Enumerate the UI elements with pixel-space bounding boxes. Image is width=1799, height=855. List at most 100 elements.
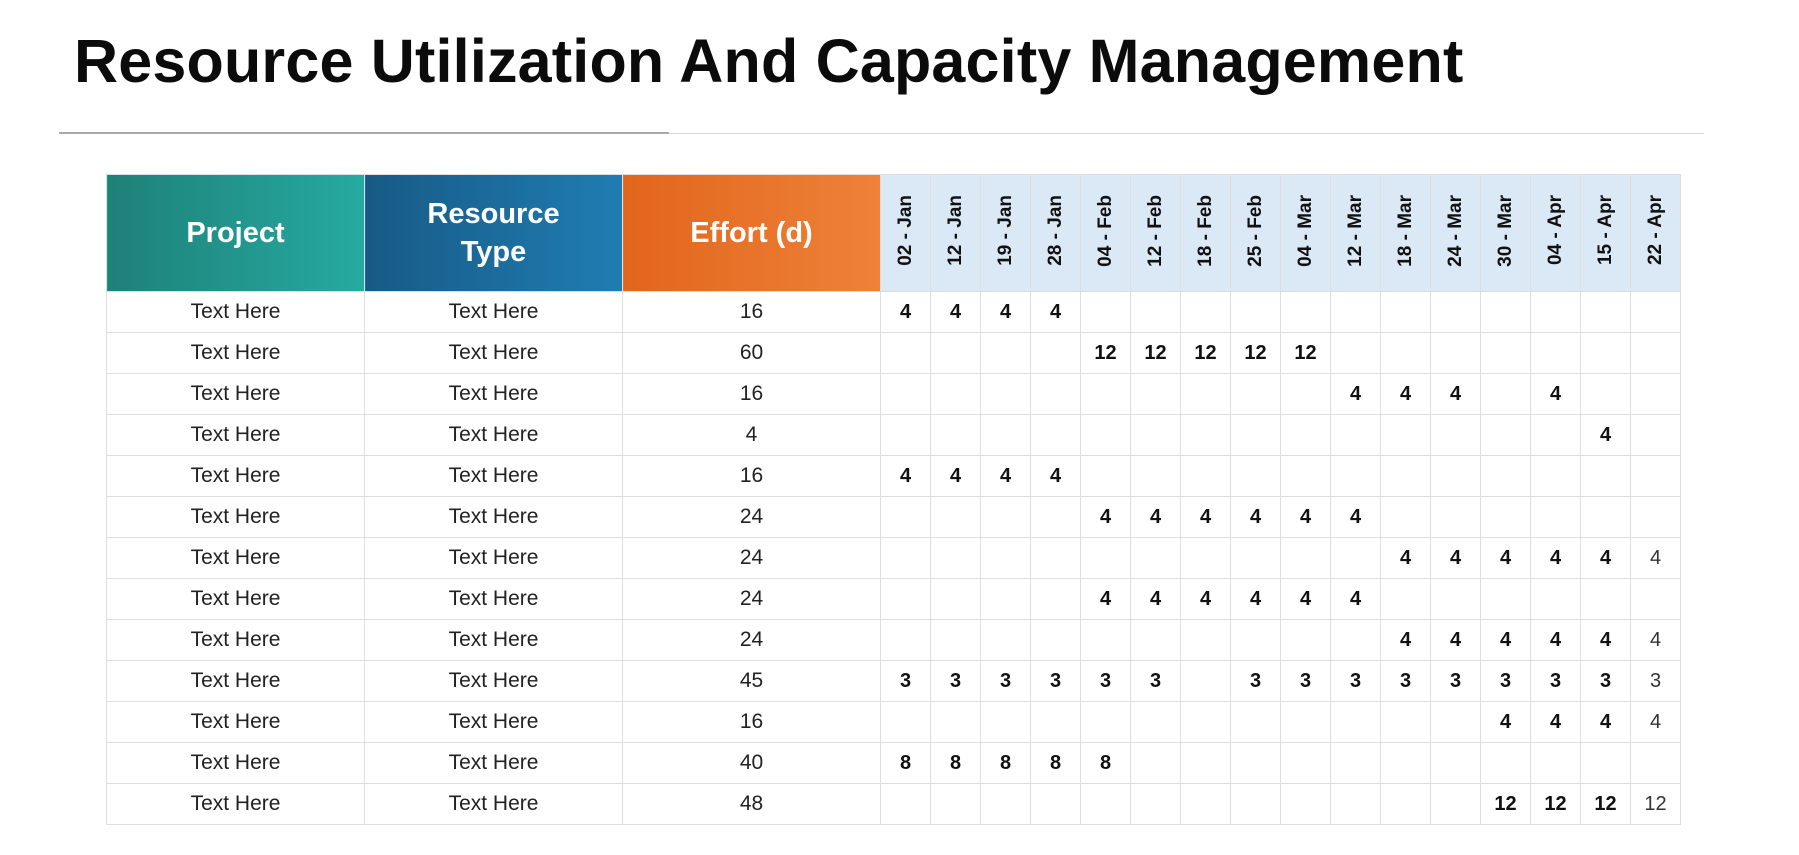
cell-allocation: [1080, 783, 1131, 825]
cell-allocation: 8: [1030, 742, 1081, 784]
table-row: Text Here Text Here 4 4: [106, 414, 1681, 456]
cell-allocation: [1480, 373, 1531, 415]
cell-allocation: [1130, 414, 1181, 456]
table-row: Text Here Text Here 45 3 3 3 3 3 3 3 3 3 3 3 3 3 3 3: [106, 660, 1681, 702]
header-date-label: 24 - Mar: [1444, 194, 1466, 267]
cell-allocation: [980, 332, 1031, 374]
cell-allocation: [980, 578, 1031, 620]
table-row: Text Here Text Here 24 4 4 4 4 4 4: [106, 619, 1681, 661]
header-date-label: 12 - Jan: [944, 195, 966, 266]
cell-allocation: 4: [1580, 414, 1631, 456]
cell-allocation: [1380, 578, 1431, 620]
cell-project: Text Here: [106, 496, 365, 538]
cell-allocation: [1630, 496, 1681, 538]
cell-allocation: [1330, 414, 1381, 456]
cell-allocation: [1030, 537, 1081, 579]
cell-allocation: [1080, 414, 1131, 456]
cell-allocation: [980, 701, 1031, 743]
cell-allocation: [1230, 373, 1281, 415]
cell-allocation: [1030, 578, 1081, 620]
cell-allocation: 4: [980, 455, 1031, 497]
cell-allocation: 4: [1430, 537, 1481, 579]
cell-allocation: [980, 619, 1031, 661]
table-row: Text Here Text Here 16 4 4 4 4: [106, 701, 1681, 743]
cell-allocation: [930, 496, 981, 538]
cell-allocation: 12: [1080, 332, 1131, 374]
cell-allocation: [1480, 414, 1531, 456]
cell-allocation: [1630, 414, 1681, 456]
cell-allocation: [1430, 701, 1481, 743]
cell-allocation: 4: [1230, 496, 1281, 538]
cell-allocation: [980, 537, 1031, 579]
cell-allocation: [1030, 496, 1081, 538]
cell-allocation: [1430, 291, 1481, 333]
cell-effort: 45: [622, 660, 881, 702]
table-row: Text Here Text Here 48 12 12 12 12: [106, 783, 1681, 825]
cell-allocation: [1530, 455, 1581, 497]
title-underline: [669, 133, 1704, 134]
header-date-label: 12 - Mar: [1344, 194, 1366, 267]
table-body: Text Here Text Here 16 4 4 4 4 Text Here Text He…: [106, 291, 1681, 825]
cell-allocation: [880, 619, 931, 661]
cell-allocation: 3: [1130, 660, 1181, 702]
cell-allocation: [1480, 496, 1531, 538]
cell-allocation: [1430, 455, 1481, 497]
cell-resource-type: Text Here: [364, 291, 623, 333]
cell-allocation: 4: [880, 455, 931, 497]
cell-effort: 16: [622, 373, 881, 415]
cell-allocation: [1530, 578, 1581, 620]
header-date-label: 02 - Jan: [894, 195, 916, 266]
cell-allocation: [1280, 742, 1331, 784]
header-effort-label: Effort (d): [690, 217, 813, 249]
cell-allocation: [880, 701, 931, 743]
cell-allocation: [1030, 783, 1081, 825]
cell-allocation: 4: [1230, 578, 1281, 620]
cell-resource-type: Text Here: [364, 373, 623, 415]
cell-allocation: [1630, 742, 1681, 784]
cell-allocation: [1180, 373, 1231, 415]
cell-allocation: [1330, 783, 1381, 825]
cell-allocation: [1380, 496, 1431, 538]
header-date: 30 - Mar: [1480, 174, 1531, 292]
cell-allocation: 4: [1180, 578, 1231, 620]
cell-project: Text Here: [106, 291, 365, 333]
cell-allocation: [1180, 537, 1231, 579]
cell-project: Text Here: [106, 455, 365, 497]
cell-allocation: 3: [1480, 660, 1531, 702]
header-date-label: 22 - Apr: [1644, 195, 1666, 266]
cell-project: Text Here: [106, 414, 365, 456]
header-date-label: 04 - Feb: [1094, 194, 1116, 267]
title-underline-accent: [59, 132, 669, 134]
cell-allocation: [1130, 291, 1181, 333]
cell-allocation: [1530, 291, 1581, 333]
cell-allocation: [1580, 578, 1631, 620]
cell-allocation: 4: [1180, 496, 1231, 538]
cell-allocation: 12: [1580, 783, 1631, 825]
cell-allocation: [930, 578, 981, 620]
cell-allocation: [1130, 537, 1181, 579]
cell-allocation: [1080, 291, 1131, 333]
cell-effort: 16: [622, 291, 881, 333]
cell-project: Text Here: [106, 578, 365, 620]
cell-allocation: 3: [1530, 660, 1581, 702]
cell-effort: 4: [622, 414, 881, 456]
cell-allocation: [930, 414, 981, 456]
table-row: Text Here Text Here 40 8 8 8 8 8: [106, 742, 1681, 784]
header-date: 15 - Apr: [1580, 174, 1631, 292]
cell-allocation: [1580, 332, 1631, 374]
cell-project: Text Here: [106, 619, 365, 661]
cell-project: Text Here: [106, 783, 365, 825]
cell-allocation: [1180, 742, 1231, 784]
cell-allocation: 4: [930, 291, 981, 333]
cell-allocation: 12: [1530, 783, 1581, 825]
cell-allocation: [1380, 455, 1431, 497]
cell-allocation: 12: [1480, 783, 1531, 825]
cell-allocation: [880, 414, 931, 456]
cell-allocation: [1030, 619, 1081, 661]
header-date: 04 - Apr: [1530, 174, 1581, 292]
header-date-label: 12 - Feb: [1144, 194, 1166, 267]
cell-allocation: [1130, 373, 1181, 415]
cell-allocation: [1380, 291, 1431, 333]
cell-allocation: 4: [1430, 373, 1481, 415]
header-date-label: 04 - Apr: [1544, 195, 1566, 266]
